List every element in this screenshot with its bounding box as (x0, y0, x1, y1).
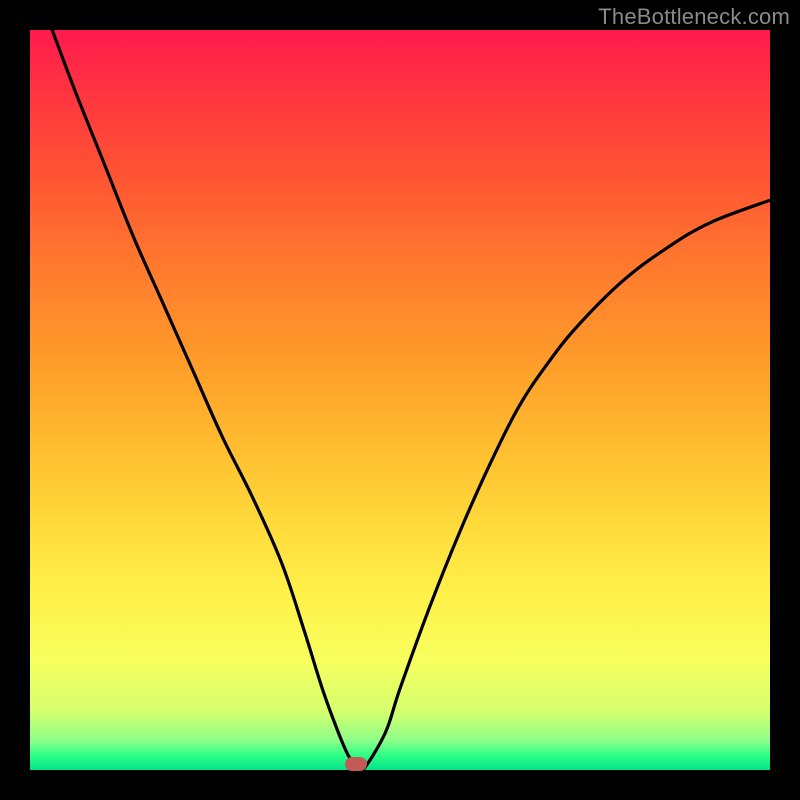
chart-frame: TheBottleneck.com (0, 0, 800, 800)
curve-svg (30, 30, 770, 770)
watermark-text: TheBottleneck.com (598, 4, 790, 30)
plot-area (30, 30, 770, 770)
minimum-marker (345, 757, 367, 771)
bottleneck-curve (52, 30, 770, 770)
